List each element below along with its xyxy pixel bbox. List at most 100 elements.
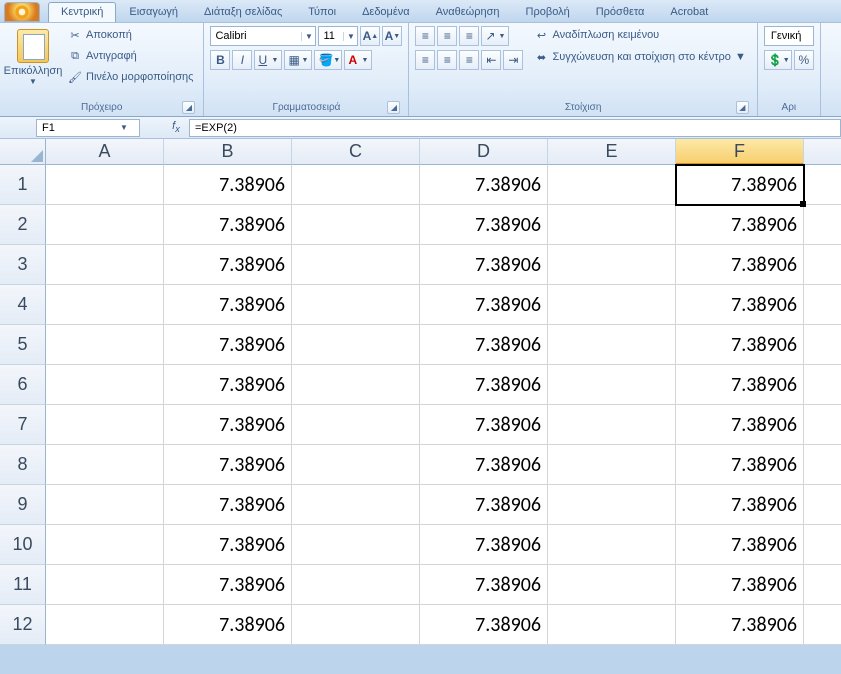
tab-πρόσθετα[interactable]: Πρόσθετα [583, 2, 658, 22]
cell-A2[interactable] [46, 205, 164, 245]
cell-B3[interactable]: 7.38906 [164, 245, 292, 285]
wrap-text-button[interactable]: ↩ Αναδίπλωση κειμένου [529, 26, 750, 44]
cell-D8[interactable]: 7.38906 [420, 445, 548, 485]
tab-κεντρική[interactable]: Κεντρική [48, 2, 116, 22]
cell-A3[interactable] [46, 245, 164, 285]
cell-D6[interactable]: 7.38906 [420, 365, 548, 405]
borders-button[interactable]: ▦▼ [284, 50, 312, 70]
cell-E5[interactable] [548, 325, 676, 365]
cell-trailing[interactable] [804, 405, 841, 445]
cell-C11[interactable] [292, 565, 420, 605]
cell-trailing[interactable] [804, 605, 841, 645]
cell-D12[interactable]: 7.38906 [420, 605, 548, 645]
column-header-C[interactable]: C [292, 139, 420, 165]
row-header-9[interactable]: 9 [0, 485, 46, 525]
cell-D5[interactable]: 7.38906 [420, 325, 548, 365]
tab-acrobat[interactable]: Acrobat [657, 2, 721, 22]
align-bottom-button[interactable]: ≡ [459, 26, 479, 46]
cell-B12[interactable]: 7.38906 [164, 605, 292, 645]
format-painter-button[interactable]: 🖌 Πινέλο μορφοποίησης [64, 68, 197, 86]
cell-F8[interactable]: 7.38906 [676, 445, 804, 485]
paste-button[interactable]: Επικόλληση ▼ [6, 26, 60, 100]
column-header-F[interactable]: F [676, 139, 804, 165]
font-size-input[interactable] [319, 27, 343, 45]
cell-D2[interactable]: 7.38906 [420, 205, 548, 245]
percent-format-button[interactable]: % [794, 50, 814, 70]
column-header-D[interactable]: D [420, 139, 548, 165]
cell-F7[interactable]: 7.38906 [676, 405, 804, 445]
row-header-6[interactable]: 6 [0, 365, 46, 405]
row-header-10[interactable]: 10 [0, 525, 46, 565]
tab-προβολή[interactable]: Προβολή [513, 2, 583, 22]
cell-C1[interactable] [292, 165, 420, 205]
tab-αναθεώρηση[interactable]: Αναθεώρηση [423, 2, 513, 22]
cell-F2[interactable]: 7.38906 [676, 205, 804, 245]
cell-F11[interactable]: 7.38906 [676, 565, 804, 605]
font-color-button[interactable]: A▼ [344, 50, 372, 70]
cell-F3[interactable]: 7.38906 [676, 245, 804, 285]
copy-button[interactable]: ⧉ Αντιγραφή [64, 47, 197, 65]
underline-button[interactable]: U▼ [254, 50, 282, 70]
align-left-button[interactable]: ≡ [415, 50, 435, 70]
cell-B5[interactable]: 7.38906 [164, 325, 292, 365]
column-header-E[interactable]: E [548, 139, 676, 165]
align-right-button[interactable]: ≡ [459, 50, 479, 70]
cell-trailing[interactable] [804, 245, 841, 285]
cell-C6[interactable] [292, 365, 420, 405]
number-format-combo[interactable]: Γενική [764, 26, 814, 46]
row-header-5[interactable]: 5 [0, 325, 46, 365]
cell-D3[interactable]: 7.38906 [420, 245, 548, 285]
formula-input[interactable] [189, 119, 841, 137]
cell-D10[interactable]: 7.38906 [420, 525, 548, 565]
row-header-8[interactable]: 8 [0, 445, 46, 485]
cell-A9[interactable] [46, 485, 164, 525]
cell-A5[interactable] [46, 325, 164, 365]
cell-trailing[interactable] [804, 565, 841, 605]
cell-F10[interactable]: 7.38906 [676, 525, 804, 565]
cell-trailing[interactable] [804, 165, 841, 205]
align-center-button[interactable]: ≡ [437, 50, 457, 70]
italic-button[interactable]: I [232, 50, 252, 70]
name-box[interactable]: ▼ [36, 119, 140, 137]
cell-F6[interactable]: 7.38906 [676, 365, 804, 405]
cell-A4[interactable] [46, 285, 164, 325]
decrease-indent-button[interactable]: ⇤ [481, 50, 501, 70]
align-middle-button[interactable]: ≡ [437, 26, 457, 46]
cell-A6[interactable] [46, 365, 164, 405]
cell-E6[interactable] [548, 365, 676, 405]
row-header-11[interactable]: 11 [0, 565, 46, 605]
column-header-B[interactable]: B [164, 139, 292, 165]
cell-C9[interactable] [292, 485, 420, 525]
cell-F4[interactable]: 7.38906 [676, 285, 804, 325]
fill-color-button[interactable]: 🪣▼ [314, 50, 342, 70]
cell-trailing[interactable] [804, 445, 841, 485]
cell-B6[interactable]: 7.38906 [164, 365, 292, 405]
cell-E4[interactable] [548, 285, 676, 325]
cell-B8[interactable]: 7.38906 [164, 445, 292, 485]
cell-D1[interactable]: 7.38906 [420, 165, 548, 205]
office-button[interactable] [4, 2, 40, 22]
grow-font-button[interactable]: A▲ [360, 26, 380, 46]
font-launcher[interactable]: ◢ [387, 101, 400, 114]
name-box-input[interactable] [37, 122, 117, 134]
clipboard-launcher[interactable]: ◢ [182, 101, 195, 114]
tab-δεδομένα[interactable]: Δεδομένα [349, 2, 423, 22]
cell-B1[interactable]: 7.38906 [164, 165, 292, 205]
cell-A11[interactable] [46, 565, 164, 605]
cell-B4[interactable]: 7.38906 [164, 285, 292, 325]
cell-E8[interactable] [548, 445, 676, 485]
cell-E1[interactable] [548, 165, 676, 205]
cell-A7[interactable] [46, 405, 164, 445]
font-name-combo[interactable]: ▼ [210, 26, 316, 46]
row-header-7[interactable]: 7 [0, 405, 46, 445]
cell-D7[interactable]: 7.38906 [420, 405, 548, 445]
tab-διάταξη σελίδας[interactable]: Διάταξη σελίδας [191, 2, 295, 22]
chevron-down-icon[interactable]: ▼ [343, 32, 357, 41]
tab-εισαγωγή[interactable]: Εισαγωγή [116, 2, 191, 22]
cell-C8[interactable] [292, 445, 420, 485]
cell-B11[interactable]: 7.38906 [164, 565, 292, 605]
cell-E11[interactable] [548, 565, 676, 605]
cell-C12[interactable] [292, 605, 420, 645]
cell-trailing[interactable] [804, 325, 841, 365]
cell-B9[interactable]: 7.38906 [164, 485, 292, 525]
